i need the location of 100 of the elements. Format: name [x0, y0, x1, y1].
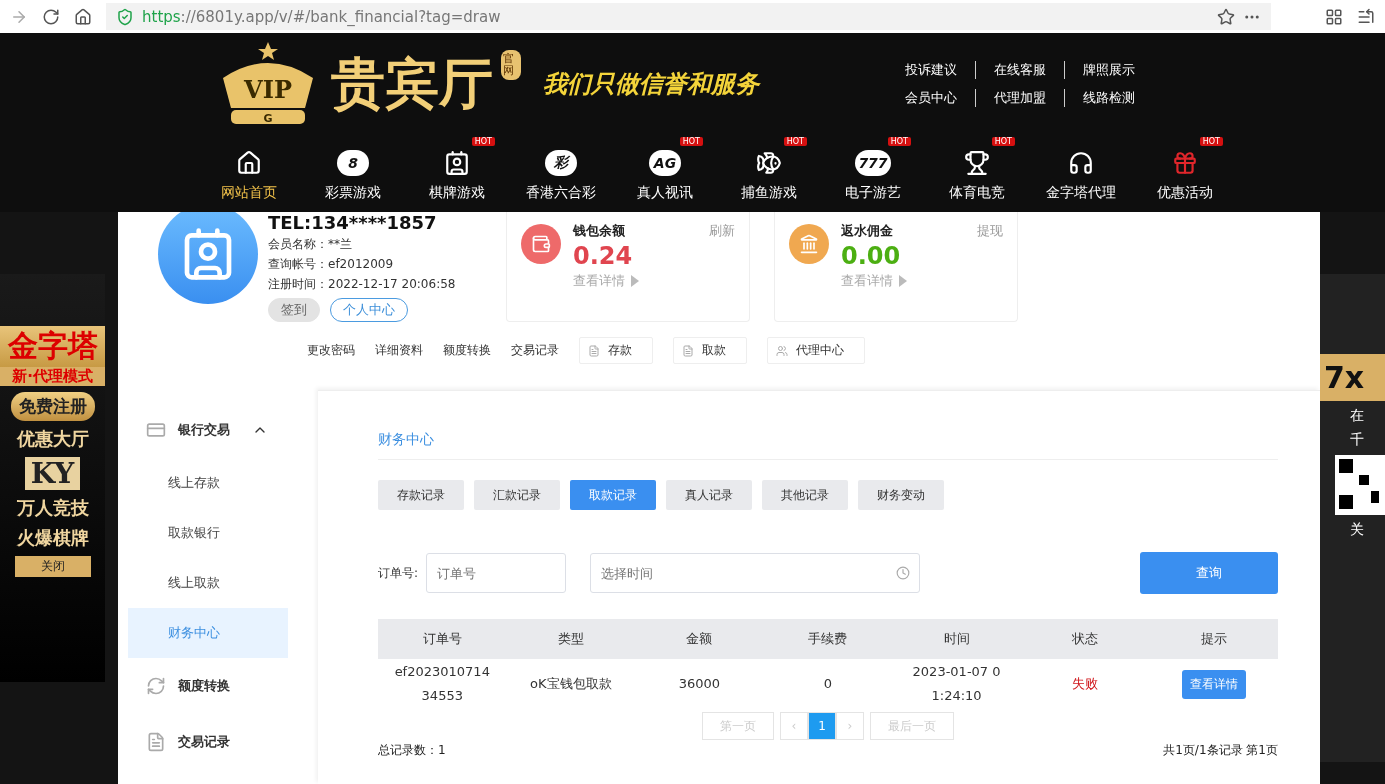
close-button[interactable]: 关 [1320, 521, 1364, 539]
address-bar[interactable]: https://6801y.app/v/#/bank_financial?tag=draw [106, 3, 1271, 30]
sidebar-group[interactable]: 银行交易 [128, 402, 288, 458]
record-tab[interactable]: 存款记录 [378, 480, 464, 510]
nav-item[interactable]: 金字塔代理 [1029, 135, 1133, 212]
balance-amount: 0.24 [573, 242, 634, 270]
column-header: 提示 [1199, 630, 1228, 648]
quick-link[interactable]: 交易记录 [511, 342, 559, 359]
record-tab[interactable]: 真人记录 [666, 480, 752, 510]
wallet-icon [521, 224, 561, 264]
close-button[interactable]: 关闭 [14, 556, 91, 577]
quick-link[interactable]: 更改密码 [307, 342, 355, 359]
quick-button[interactable]: 取款 [673, 337, 747, 364]
document-icon [588, 344, 600, 357]
hot-badge: HOT [679, 137, 703, 146]
ad-title: 金字塔 [0, 326, 105, 367]
sidebar-item[interactable]: 取款银行 [128, 508, 288, 558]
card-title: 钱包余额 [573, 222, 625, 240]
order-number-field[interactable]: 订单号 [426, 553, 567, 593]
personal-center-button[interactable]: 个人中心 [330, 298, 408, 322]
favorites-icon[interactable] [1357, 7, 1375, 26]
url-text: ://6801y.app/v/#/bank_financial?tag=draw [180, 7, 501, 26]
quick-button[interactable]: 代理中心 [767, 337, 865, 364]
card-title: 返水佣金 [841, 222, 893, 240]
nav-icon [964, 150, 990, 176]
slogan: 我们只做信誉和服务 [543, 69, 762, 100]
sign-in-button[interactable]: 签到 [268, 298, 320, 322]
nav-icon [236, 150, 262, 176]
game-icon: 彩 [545, 150, 577, 176]
column-header: 时间 [942, 630, 971, 648]
header-link[interactable]: 代理加盟 [975, 89, 1064, 107]
total-records: 总记录数：1 [378, 742, 446, 759]
sidebar-item[interactable]: 线上存款 [128, 458, 288, 508]
nav-item[interactable]: HOT 棋牌游戏 [405, 135, 509, 212]
header-link[interactable]: 线路检测 [1064, 89, 1153, 107]
star-icon[interactable] [1217, 7, 1235, 26]
logo-badge: 官网 [501, 50, 521, 81]
sidebar-item[interactable]: 线上取款 [128, 558, 288, 608]
game-icon: 777 [855, 150, 891, 176]
nav-item[interactable]: HOT 捕鱼游戏 [717, 135, 821, 212]
crown-logo-drawing: VIP G [213, 38, 323, 130]
grid-icon[interactable] [1325, 7, 1343, 26]
sidebar-group[interactable]: 额度转换 [128, 658, 288, 714]
ad-text: 万人竞技 [16, 496, 89, 520]
sidebar-group[interactable]: 交易记录 [128, 714, 288, 770]
nav-item[interactable]: HOT 体育电竞 [925, 135, 1029, 212]
header-link[interactable]: 在线客服 [975, 61, 1064, 79]
column-header: 手续费 [807, 630, 849, 648]
ad-title: 7x [1320, 354, 1385, 401]
hot-badge: HOT [1199, 137, 1223, 146]
balance-amount: 0.00 [841, 242, 902, 270]
nav-item[interactable]: HOT AG 真人视讯 [613, 135, 717, 212]
filter-label: 订单号: [378, 564, 419, 582]
column-header: 订单号 [421, 630, 463, 648]
shield-icon [116, 7, 134, 26]
card-icon [146, 420, 166, 440]
nav-item[interactable]: HOT 优惠活动 [1133, 135, 1237, 212]
clock-icon [896, 566, 911, 580]
header-link[interactable]: 投诉建议 [905, 61, 975, 79]
column-header: 金额 [685, 630, 714, 648]
triangle-right-icon [631, 275, 639, 287]
record-tab[interactable]: 财务变动 [858, 480, 944, 510]
nav-item[interactable]: 8 彩票游戏 [301, 135, 405, 212]
game-icon: 8 [337, 150, 369, 176]
reload-icon[interactable] [42, 7, 60, 26]
ad-text: 优惠大厅 [16, 427, 89, 451]
ad-text: 火爆棋牌 [16, 526, 89, 550]
page-summary: 共1页/1条记录 第1页 [1163, 742, 1278, 759]
column-header: 状态 [1071, 630, 1100, 648]
quick-link[interactable]: 详细资料 [375, 342, 423, 359]
logo-title: 贵宾厅 [331, 49, 493, 117]
table-cell-text: oK宝钱包取款 [529, 675, 613, 693]
hot-badge: HOT [887, 137, 911, 146]
qr-code-drawing [1335, 455, 1385, 515]
nav-item[interactable]: 网站首页 [197, 135, 301, 212]
ad-text: 在 [1349, 407, 1364, 425]
header-link[interactable]: 会员中心 [905, 89, 975, 107]
quick-button[interactable]: 存款 [579, 337, 653, 364]
record-tab[interactable]: 汇款记录 [474, 480, 560, 510]
document-icon [682, 344, 694, 357]
section-title: 财务中心 [378, 431, 1278, 460]
table-cell-text: ef202301071434553 [394, 663, 491, 705]
nav-icon [444, 150, 470, 176]
home-icon[interactable] [74, 7, 92, 26]
document-icon [146, 732, 166, 752]
member-info: 注册时间：2022-12-17 20:06:58 [268, 276, 457, 293]
register-button[interactable]: 免费注册 [10, 392, 95, 421]
nav-icon [756, 150, 782, 176]
record-tab[interactable]: 其他记录 [762, 480, 848, 510]
header-link[interactable]: 牌照展示 [1064, 61, 1153, 79]
url-scheme: https [142, 7, 181, 26]
member-info: 查询帐号：ef2012009 [268, 256, 395, 273]
table-cell-text: 0 [822, 675, 834, 693]
time-field[interactable]: 选择时间 [590, 553, 921, 593]
table-cell-text: 2023-01-07 01:24:10 [911, 663, 1002, 705]
nav-item[interactable]: 彩 香港六合彩 [509, 135, 613, 212]
nav-item[interactable]: HOT 777 电子游艺 [821, 135, 925, 212]
quick-link[interactable]: 额度转换 [443, 342, 491, 359]
hot-badge: HOT [783, 137, 807, 146]
game-icon: AG [649, 150, 681, 176]
